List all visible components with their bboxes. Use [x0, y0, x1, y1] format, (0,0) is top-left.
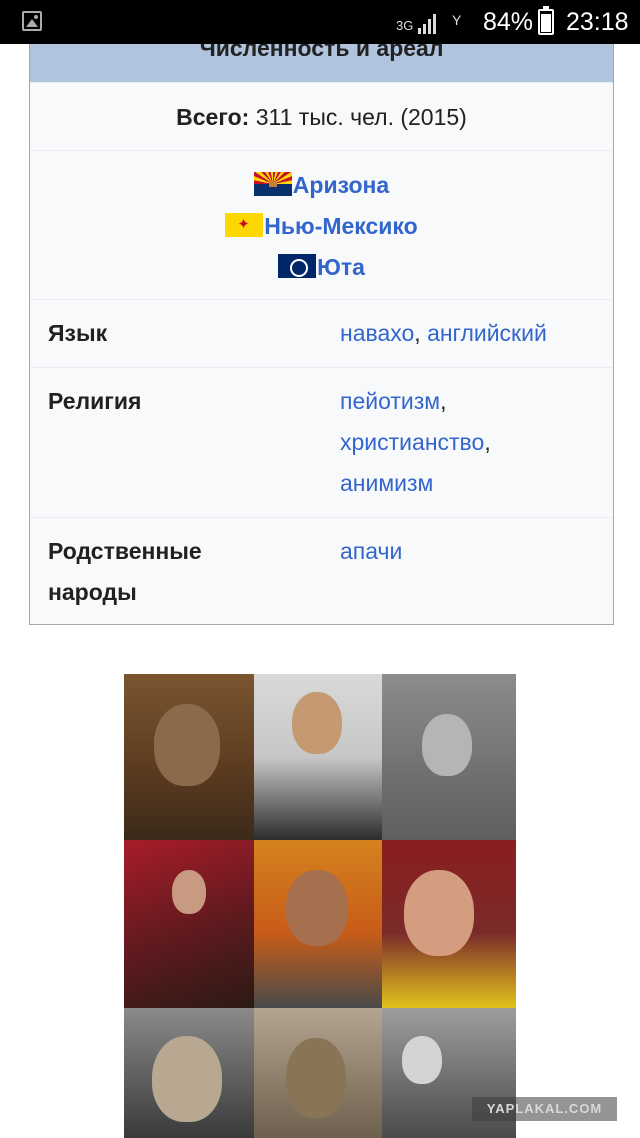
portrait-face — [154, 704, 220, 786]
region-utah: Юта — [30, 253, 613, 294]
portrait-face — [286, 1038, 346, 1118]
portrait-photo — [382, 840, 516, 1008]
portrait-photo — [124, 1008, 254, 1138]
related-peoples-row: Родственные народы апачи — [30, 517, 613, 626]
total-label: Всего: — [176, 104, 250, 130]
network-type: 3G — [396, 18, 414, 33]
related-peoples-label-line1: Родственные — [48, 538, 202, 564]
portrait-face — [422, 714, 472, 776]
gallery-notification-icon — [22, 11, 42, 31]
separator: , — [440, 388, 447, 414]
portrait-photo — [124, 674, 254, 840]
religion-link-christianity[interactable]: христианство — [340, 429, 484, 455]
portrait-face — [404, 870, 474, 956]
utah-flag-icon — [278, 254, 317, 278]
religion-link-peyotism[interactable]: пейотизм — [340, 388, 440, 414]
portrait-photo — [254, 1008, 382, 1138]
language-link-navajo[interactable]: навахо — [340, 320, 414, 346]
religion-label: Религия — [48, 388, 142, 414]
related-peoples-value: апачи — [340, 531, 402, 572]
regions-list: Аризона Нью-Мексико Юта — [30, 150, 613, 299]
total-population: Всего: 311 тыс. чел. (2015) — [30, 82, 613, 150]
navajo-people-collage[interactable] — [124, 674, 516, 1138]
region-link-new-mexico[interactable]: Нью-Мексико — [264, 213, 417, 239]
portrait-face — [286, 870, 348, 946]
portrait-photo — [254, 840, 382, 1008]
battery-percent: 84% — [483, 8, 534, 36]
region-new-mexico: Нью-Мексико — [30, 212, 613, 253]
region-arizona: Аризона — [30, 171, 613, 212]
site-watermark: YAPLAKAL.COM — [472, 1097, 617, 1121]
clock: 23:18 — [566, 8, 629, 36]
region-link-utah[interactable]: Юта — [317, 254, 365, 280]
language-row: Язык навахо, английский — [30, 299, 613, 367]
language-link-english[interactable]: английский — [427, 320, 547, 346]
portrait-photo — [124, 840, 254, 1008]
status-bar: 3G Y 84% 23:18 — [0, 0, 640, 44]
religion-value: пейотизм, христианство, анимизм — [340, 381, 491, 504]
portrait-face — [402, 1036, 442, 1084]
related-peoples-label-line2: народы — [48, 579, 137, 605]
portrait-face — [172, 870, 206, 914]
infobox: Численность и ареал Всего: 311 тыс. чел.… — [29, 30, 614, 625]
portrait-photo — [382, 674, 516, 840]
new-mexico-flag-icon — [225, 213, 264, 237]
separator: , — [414, 320, 428, 346]
kin-link-apache[interactable]: апачи — [340, 538, 402, 564]
signal-strength-icon — [418, 12, 440, 34]
antenna-icon: Y — [452, 12, 462, 28]
portrait-face — [292, 692, 342, 754]
separator: , — [484, 429, 491, 455]
religion-row: Религия пейотизм, христианство, анимизм — [30, 367, 613, 517]
related-peoples-label: Родственные народы — [48, 531, 202, 613]
religion-link-animism[interactable]: анимизм — [340, 470, 433, 496]
language-value: навахо, английский — [340, 313, 547, 354]
language-label: Язык — [48, 320, 108, 346]
portrait-photo — [254, 674, 382, 840]
region-link-arizona[interactable]: Аризона — [293, 172, 389, 198]
total-value: 311 тыс. чел. (2015) — [249, 104, 467, 130]
battery-icon — [538, 6, 554, 35]
portrait-face — [152, 1036, 222, 1122]
arizona-flag-icon — [253, 172, 292, 196]
